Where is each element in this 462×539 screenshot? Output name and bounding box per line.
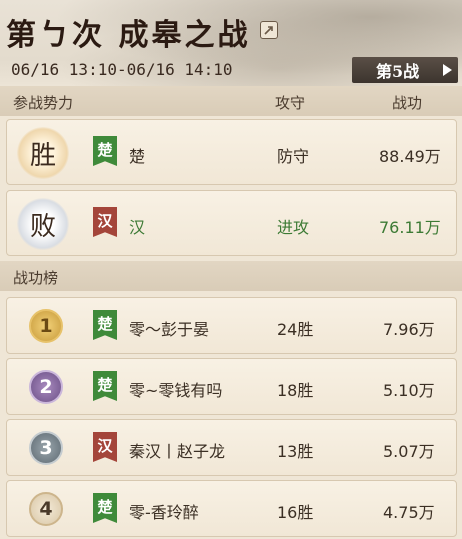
faction-badge-chu: 楚 <box>93 136 117 166</box>
player-wins: 18胜 <box>277 381 314 400</box>
battle-selector-label: 第5战 <box>376 62 420 81</box>
ranking-row[interactable]: 2 楚 零~零钱有吗 18胜 5.10万 <box>6 358 457 415</box>
battle-selector-button[interactable]: 第5战 <box>352 57 458 83</box>
rank-2-medal-icon: 2 <box>29 370 63 404</box>
faction-row-chu[interactable]: 胜 楚 楚 防守 88.49万 <box>6 119 457 185</box>
faction-name: 汉 <box>129 218 146 237</box>
battle-time-range: 06/16 13:10-06/16 14:10 <box>11 60 233 79</box>
faction-badge-han: 汉 <box>93 432 117 462</box>
defeat-emblem: 败 <box>17 198 69 250</box>
rank-1-medal-icon: 1 <box>29 309 63 343</box>
col-role-label: 攻守 <box>275 94 306 112</box>
share-icon[interactable] <box>260 21 278 39</box>
player-merit: 4.75万 <box>383 503 435 522</box>
faction-merit: 76.11万 <box>379 218 441 237</box>
ranking-row[interactable]: 4 楚 零-香玲醉 16胜 4.75万 <box>6 480 457 537</box>
header-banner: 第ㄅ次 成皋之战 06/16 13:10-06/16 14:10 第5战 <box>0 0 462 86</box>
ranking-header: 战功榜 <box>0 261 462 291</box>
ranking-row[interactable]: 1 楚 零～彭于晏 24胜 7.96万 <box>6 297 457 354</box>
ranking-row[interactable]: 3 汉 秦汉丨赵子龙 13胜 5.07万 <box>6 419 457 476</box>
player-merit: 7.96万 <box>383 320 435 339</box>
arrow-right-icon <box>443 64 452 76</box>
ranking-title: 战功榜 <box>13 269 59 287</box>
faction-badge-han: 汉 <box>93 207 117 237</box>
faction-name: 楚 <box>129 147 146 166</box>
player-wins: 13胜 <box>277 442 314 461</box>
player-name: 秦汉丨赵子龙 <box>129 442 226 461</box>
faction-row-han[interactable]: 败 汉 汉 进攻 76.11万 <box>6 190 457 256</box>
player-name: 零-香玲醉 <box>129 503 199 522</box>
rank-3-medal-icon: 3 <box>29 431 63 465</box>
player-wins: 16胜 <box>277 503 314 522</box>
player-wins: 24胜 <box>277 320 314 339</box>
faction-badge-chu: 楚 <box>93 371 117 401</box>
player-name: 零~零钱有吗 <box>129 381 223 400</box>
col-merit-label: 战功 <box>392 94 423 112</box>
player-merit: 5.10万 <box>383 381 435 400</box>
faction-role: 进攻 <box>277 218 310 237</box>
faction-role: 防守 <box>277 147 310 166</box>
faction-badge-chu: 楚 <box>93 310 117 340</box>
victory-emblem: 胜 <box>17 127 69 179</box>
col-faction-label: 参战势力 <box>13 94 74 112</box>
rank-4-medal-icon: 4 <box>29 492 63 526</box>
faction-merit: 88.49万 <box>379 147 441 166</box>
player-name: 零～彭于晏 <box>129 320 210 339</box>
player-merit: 5.07万 <box>383 442 435 461</box>
battle-title: 第ㄅ次 成皋之战 <box>6 18 251 53</box>
factions-header: 参战势力 攻守 战功 <box>0 86 462 116</box>
faction-badge-chu: 楚 <box>93 493 117 523</box>
